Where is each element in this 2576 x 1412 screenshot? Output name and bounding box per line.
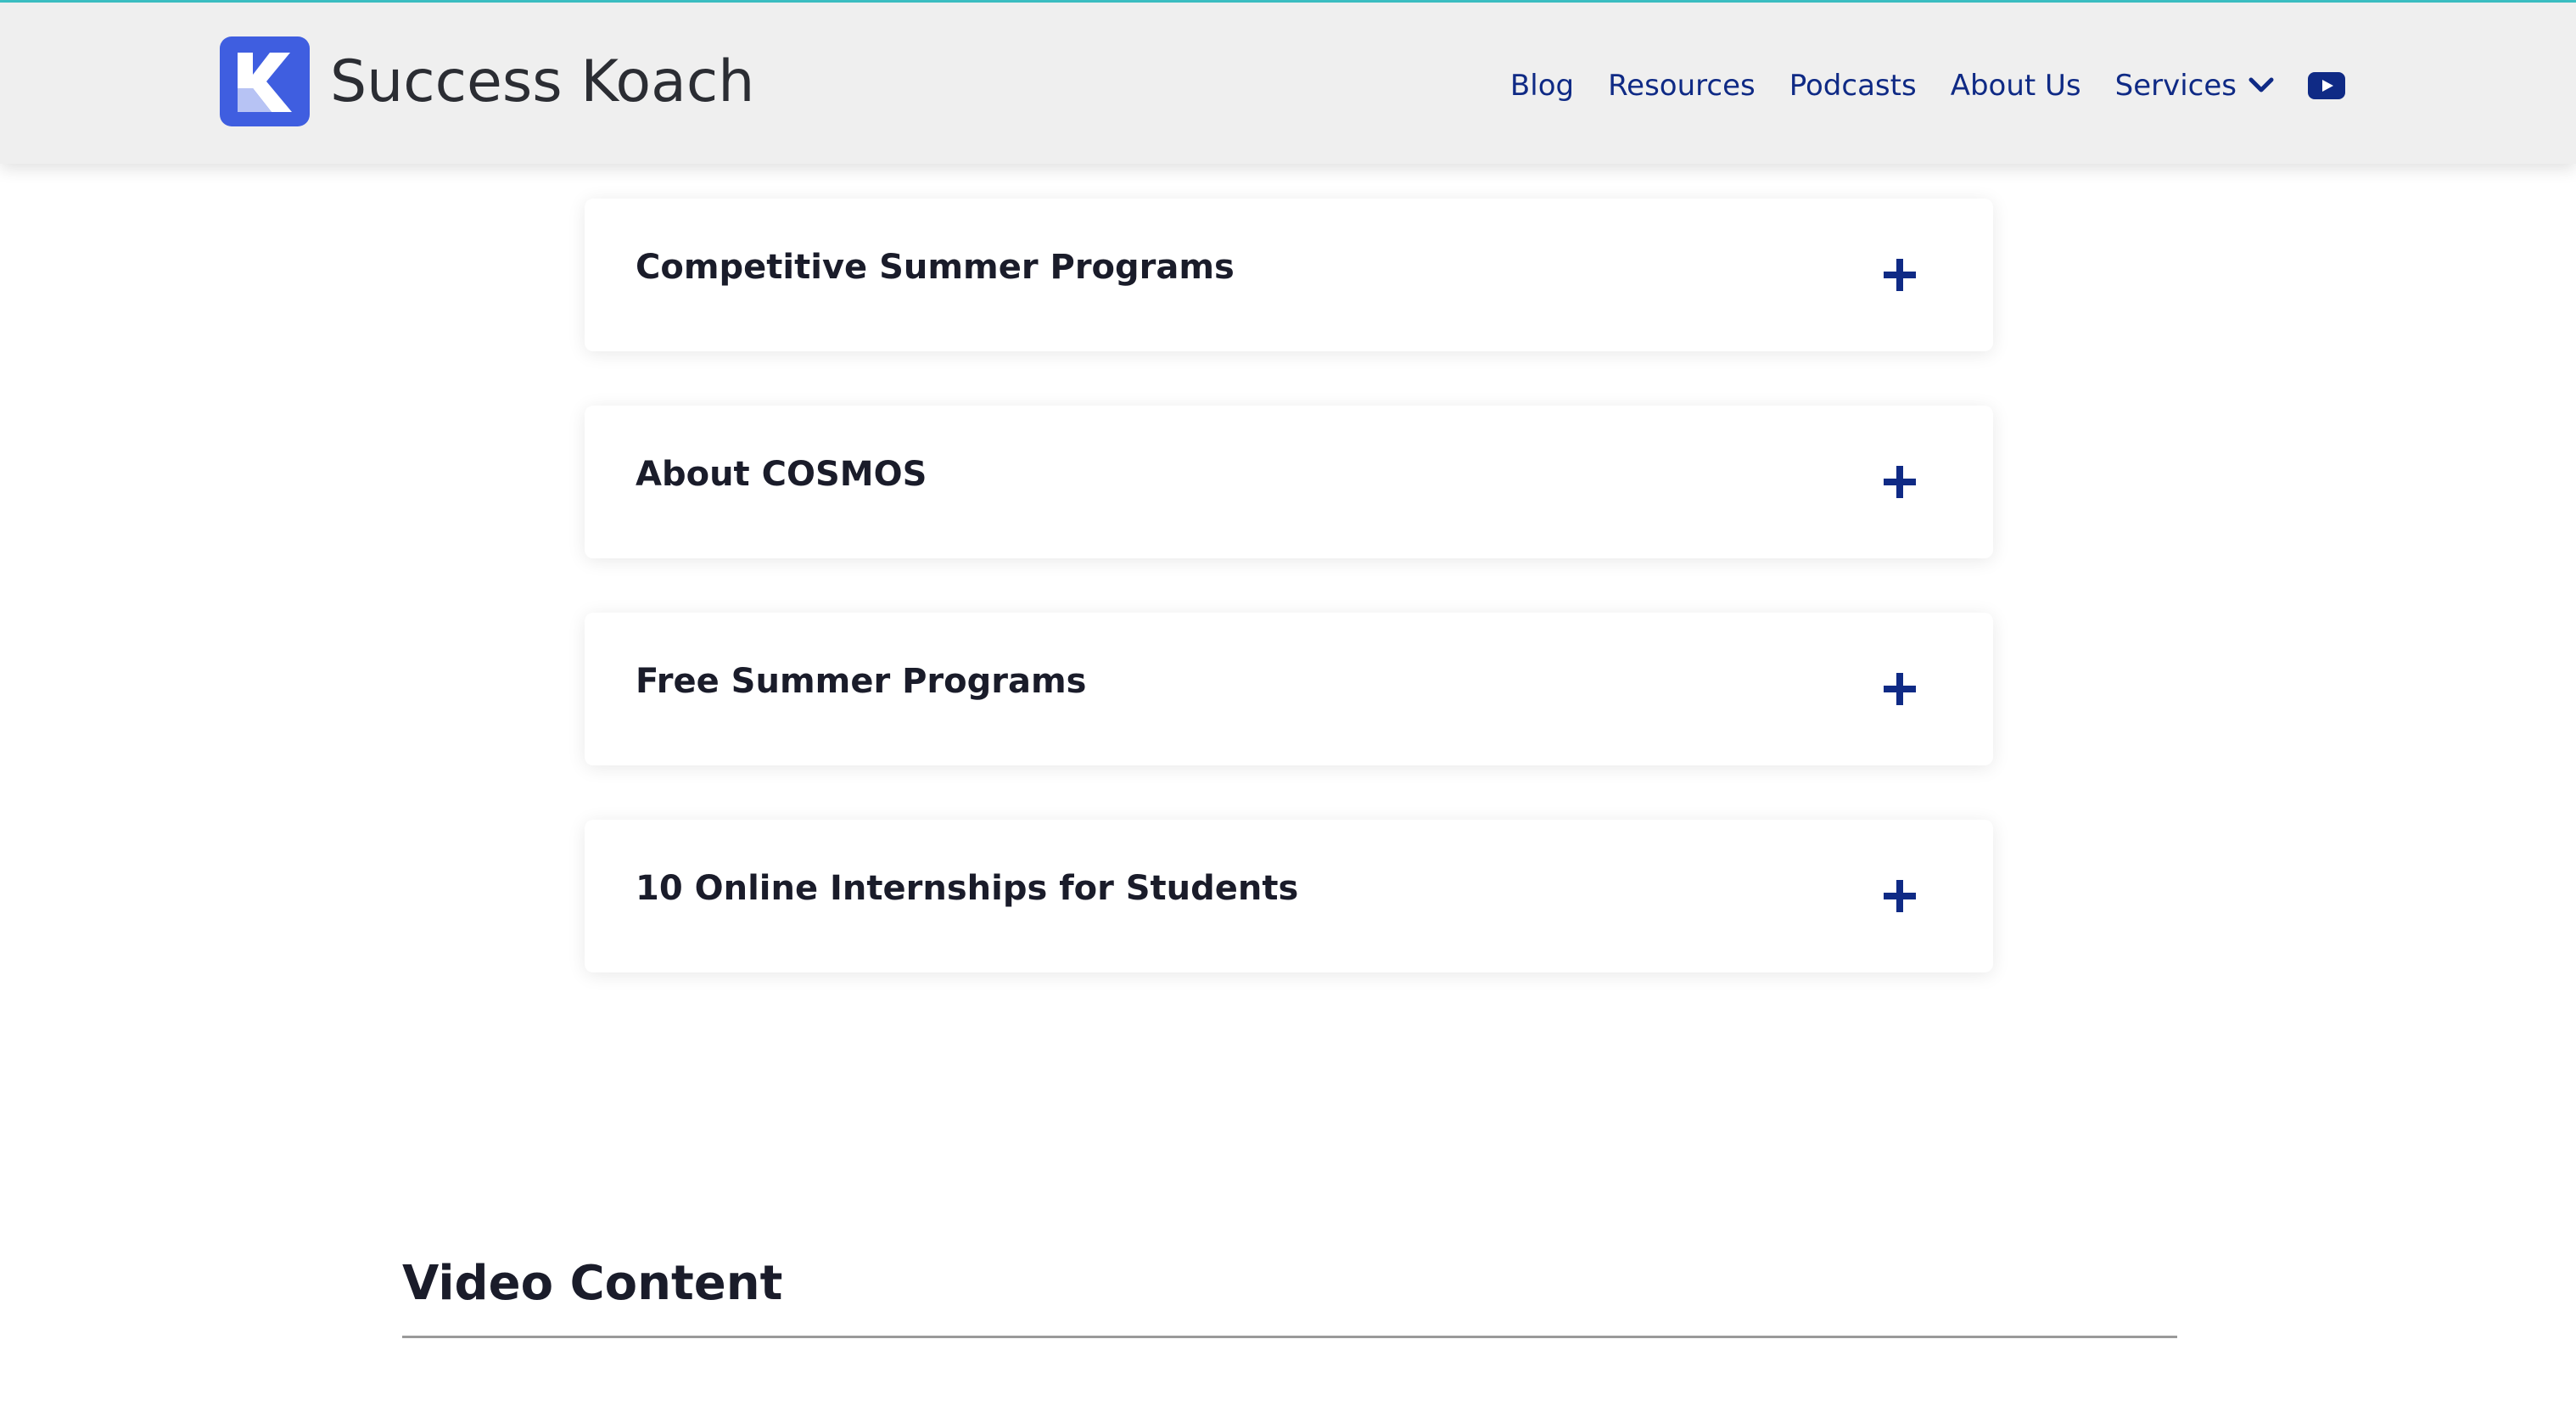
accordion-item[interactable]: 10 Online Internships for Students (585, 820, 1993, 972)
nav-item-about-us[interactable]: About Us (1951, 69, 2081, 103)
nav-item-services-label: Services (2114, 69, 2237, 103)
accordion-title: About COSMOS (636, 455, 927, 494)
plus-icon[interactable] (1881, 670, 1918, 708)
plus-icon[interactable] (1881, 877, 1918, 915)
chevron-down-icon[interactable] (2248, 77, 2274, 94)
site-header: Success Koach Blog Resources Podcasts Ab… (0, 3, 2576, 164)
accordion-item[interactable]: Free Summer Programs (585, 613, 1993, 765)
accordion-item[interactable]: About COSMOS (585, 406, 1993, 558)
brand-name: Success Koach (330, 48, 755, 115)
main-nav: Blog Resources Podcasts About Us Service… (1510, 52, 2345, 120)
k-logo-icon (220, 36, 310, 126)
section-divider (402, 1336, 2177, 1338)
accordion-item[interactable]: Competitive Summer Programs (585, 199, 1993, 351)
nav-item-resources[interactable]: Resources (1608, 69, 1756, 103)
accordion-title: Free Summer Programs (636, 662, 1087, 701)
nav-item-blog[interactable]: Blog (1510, 69, 1574, 103)
youtube-icon[interactable] (2308, 72, 2345, 99)
plus-icon[interactable] (1881, 463, 1918, 501)
accordion-title: 10 Online Internships for Students (636, 869, 1299, 908)
accordion-title: Competitive Summer Programs (636, 248, 1235, 287)
nav-item-podcasts[interactable]: Podcasts (1789, 69, 1917, 103)
video-section-title: Video Content (402, 1256, 783, 1311)
brand-logo[interactable]: Success Koach (220, 36, 754, 126)
nav-item-services[interactable]: Services (2115, 69, 2274, 103)
plus-icon[interactable] (1881, 256, 1918, 294)
